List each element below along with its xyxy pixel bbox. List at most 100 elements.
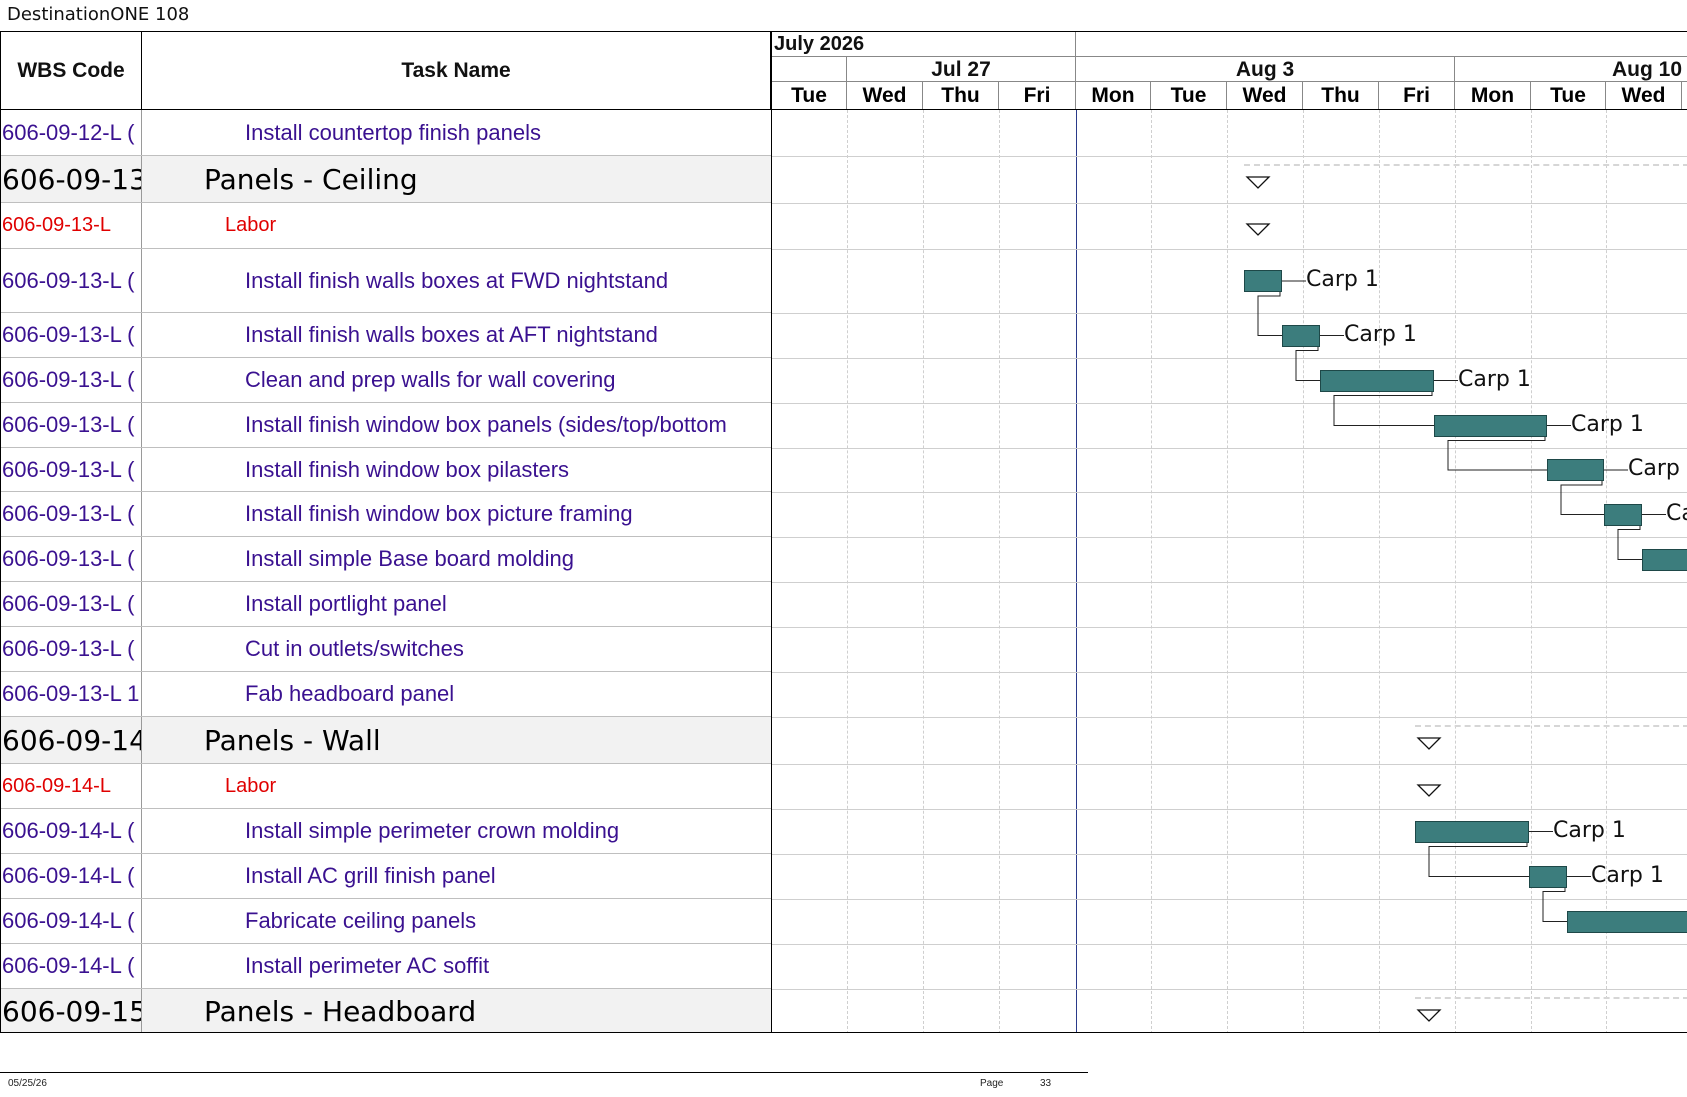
task-row[interactable]: 606-09-14-L (Install AC grill finish pan…	[1, 854, 771, 899]
dependency-link	[1447, 436, 1547, 471]
task-row[interactable]: 606-09-13-L (Install simple Base board m…	[1, 537, 771, 582]
task-name-cell[interactable]: Install perimeter AC soffit	[142, 944, 771, 988]
task-row[interactable]: 606-09-13-L 1 Fab headboard panel	[1, 672, 771, 717]
dependency-link	[1295, 346, 1320, 381]
task-name-cell[interactable]: Panels - Headboard	[142, 989, 771, 1032]
task-name-cell[interactable]: Panels - Wall	[142, 717, 771, 763]
wbs-code-cell[interactable]: 606-09-13-L (	[1, 582, 142, 626]
wbs-code-cell[interactable]: 606-09-14-L (	[1, 944, 142, 988]
task-bar[interactable]	[1320, 369, 1434, 392]
resource-label: Carp 1	[1591, 862, 1664, 888]
gantt-chart: July 2026 Jul 27 Aug 3 Aug 10 Tue Wed Thu Fri…	[771, 32, 1687, 1032]
task-name-cell[interactable]: Install simple perimeter crown molding	[142, 809, 771, 853]
task-name-cell[interactable]: Clean and prep walls for wall covering	[142, 358, 771, 402]
footer-page-label: Page	[980, 1078, 1004, 1089]
footer-date: 05/25/26	[8, 1078, 47, 1089]
dependency-link	[1542, 887, 1567, 922]
wbs-code-cell[interactable]: 606-09-14-L (	[1, 899, 142, 943]
task-name-cell[interactable]: Install finish window box panels (sides/…	[142, 403, 771, 447]
task-name-column-header[interactable]: Task Name	[142, 32, 771, 110]
wbs-code-cell[interactable]: 606-09-14	[1, 717, 142, 763]
wbs-code-cell[interactable]: 606-09-12-L (	[1, 110, 142, 155]
task-name-cell[interactable]: Panels - Ceiling	[142, 156, 771, 202]
summary-marker-icon[interactable]	[1416, 1009, 1442, 1022]
task-row[interactable]: 606-09-13-L (Install finish walls boxes …	[1, 249, 771, 313]
wbs-code-cell[interactable]: 606-09-13-L (	[1, 249, 142, 312]
summary-marker-icon[interactable]	[1245, 223, 1271, 236]
wbs-code-cell[interactable]: 606-09-13-L	[1, 203, 142, 248]
task-name-cell[interactable]: Install AC grill finish panel	[142, 854, 771, 898]
task-name-cell[interactable]: Install portlight panel	[142, 582, 771, 626]
dependency-link	[1333, 391, 1434, 426]
task-bar[interactable]	[1547, 459, 1604, 481]
task-name-cell[interactable]: Install countertop finish panels	[142, 110, 771, 155]
resource-label: Carp 1	[1458, 366, 1531, 392]
summary-marker-icon[interactable]	[1416, 784, 1442, 797]
task-name-cell[interactable]: Fab headboard panel	[142, 672, 771, 716]
dependency-link	[1428, 842, 1529, 877]
window-title: DestinationONE 108	[7, 4, 190, 25]
footer-page-number: 33	[1040, 1078, 1052, 1089]
labor-row[interactable]: 606-09-14-L Labor	[1, 764, 771, 809]
wbs-code-cell[interactable]: 606-09-14-L (	[1, 854, 142, 898]
summary-marker-icon[interactable]	[1416, 737, 1442, 750]
task-row[interactable]: 606-09-13-L (Install portlight panel	[1, 582, 771, 627]
wbs-code-cell[interactable]: 606-09-13-L (	[1, 358, 142, 402]
wbs-code-cell[interactable]: 606-09-13-L (	[1, 627, 142, 671]
wbs-code-cell[interactable]: 606-09-13-L (	[1, 537, 142, 581]
task-bar[interactable]	[1244, 270, 1282, 292]
task-name-cell[interactable]: Labor	[142, 764, 771, 808]
summary-row[interactable]: 606-09-13 Panels - Ceiling	[1, 156, 771, 203]
task-name-cell[interactable]: Install finish walls boxes at FWD nights…	[142, 249, 771, 312]
resource-label: Carp 1	[1306, 267, 1379, 292]
resource-label: Carp 1	[1666, 500, 1687, 526]
wbs-code-cell[interactable]: 606-09-13-L (	[1, 403, 142, 447]
wbs-code-cell[interactable]: 606-09-13-L 1	[1, 672, 142, 716]
resource-label: Carp 1	[1628, 456, 1687, 481]
task-row[interactable]: 606-09-14-L (Install simple perimeter cr…	[1, 809, 771, 854]
summary-row[interactable]: 606-09-14 Panels - Wall	[1, 717, 771, 764]
wbs-code-cell[interactable]: 606-09-13-L (	[1, 313, 142, 357]
summary-marker-icon[interactable]	[1245, 176, 1271, 189]
wbs-code-cell[interactable]: 606-09-13-L (	[1, 492, 142, 536]
task-name-cell[interactable]: Labor	[142, 203, 771, 248]
task-name-cell[interactable]: Fabricate ceiling panels	[142, 899, 771, 943]
task-row[interactable]: 606-09-13-L (Install finish window box p…	[1, 403, 771, 448]
task-row[interactable]: 606-09-12-L (Install countertop finish p…	[1, 110, 771, 156]
task-row[interactable]: 606-09-13-L (Install finish window box p…	[1, 492, 771, 537]
dependency-link	[1257, 292, 1282, 336]
labor-row[interactable]: 606-09-13-L Labor	[1, 203, 771, 249]
dependency-link	[1560, 481, 1604, 515]
task-bar[interactable]	[1567, 910, 1687, 933]
wbs-code-cell[interactable]: 606-09-13-L (	[1, 448, 142, 491]
task-row[interactable]: 606-09-13-L (Install finish walls boxes …	[1, 313, 771, 358]
task-bar[interactable]	[1642, 548, 1687, 571]
resource-label: Carp 1	[1571, 411, 1644, 437]
wbs-code-cell[interactable]: 606-09-13	[1, 156, 142, 202]
task-bar[interactable]	[1434, 414, 1547, 437]
task-row[interactable]: 606-09-14-L (Fabricate ceiling panels	[1, 899, 771, 944]
task-name-cell[interactable]: Install finish window box picture framin…	[142, 492, 771, 536]
footer-divider	[0, 1072, 1088, 1073]
task-bar[interactable]	[1415, 820, 1529, 843]
task-bar[interactable]	[1604, 503, 1642, 526]
task-bar[interactable]	[1529, 865, 1567, 888]
task-row[interactable]: 606-09-13-L (Cut in outlets/switches	[1, 627, 771, 672]
summary-row[interactable]: 606-09-15 Panels - Headboard	[1, 989, 771, 1032]
resource-label: Carp 1	[1344, 321, 1417, 347]
wbs-code-cell[interactable]: 606-09-14-L (	[1, 809, 142, 853]
wbs-code-cell[interactable]: 606-09-14-L	[1, 764, 142, 808]
task-name-cell[interactable]: Cut in outlets/switches	[142, 627, 771, 671]
gantt-view: WBS Code Task Name 606-09-12-L (Install …	[0, 31, 1687, 1033]
dependency-link	[1617, 525, 1642, 560]
task-row[interactable]: 606-09-14-L (Install perimeter AC soffit	[1, 944, 771, 989]
task-row[interactable]: 606-09-13-L (Clean and prep walls for wa…	[1, 358, 771, 403]
task-name-cell[interactable]: Install finish window box pilasters	[142, 448, 771, 491]
resource-label: Carp 1	[1553, 817, 1626, 843]
task-bar[interactable]	[1282, 324, 1320, 347]
task-name-cell[interactable]: Install simple Base board molding	[142, 537, 771, 581]
task-row[interactable]: 606-09-13-L (Install finish window box p…	[1, 448, 771, 492]
wbs-code-cell[interactable]: 606-09-15	[1, 989, 142, 1032]
wbs-column-header[interactable]: WBS Code	[1, 32, 142, 110]
task-name-cell[interactable]: Install finish walls boxes at AFT nights…	[142, 313, 771, 357]
